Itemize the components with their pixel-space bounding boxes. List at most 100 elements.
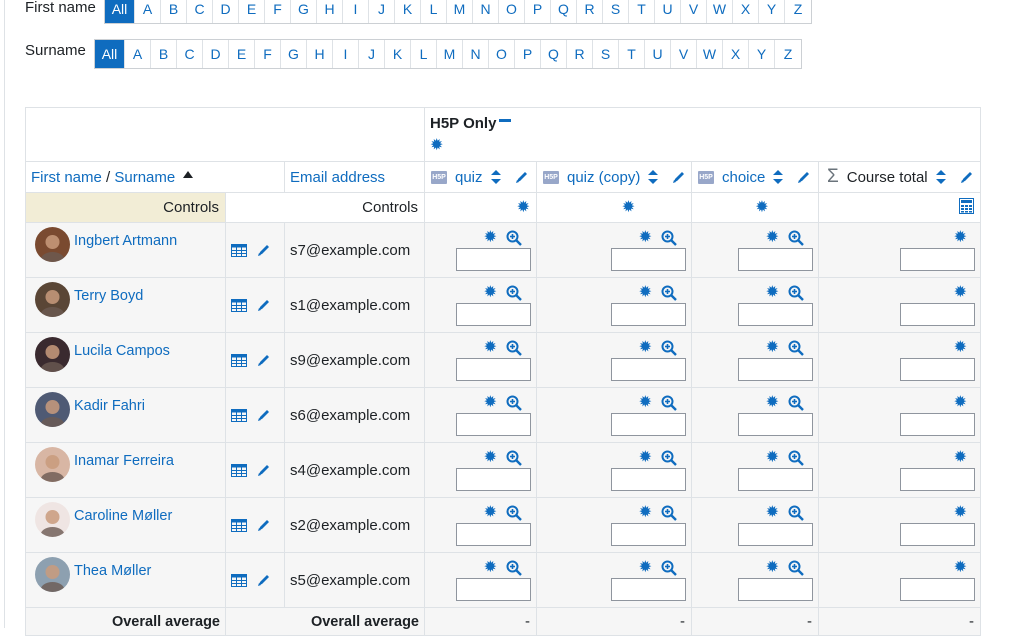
edit-pencil-icon[interactable] <box>257 463 271 477</box>
grade-settings-gear-icon[interactable]: ✹ <box>639 560 652 576</box>
grade-settings-gear-icon[interactable]: ✹ <box>639 340 652 356</box>
grade-analysis-magnifier-icon[interactable] <box>506 450 522 466</box>
grade-settings-gear-icon[interactable]: ✹ <box>954 450 967 466</box>
grade-settings-gear-icon[interactable]: ✹ <box>484 505 497 521</box>
grade-settings-gear-icon[interactable]: ✹ <box>484 395 497 411</box>
firstname-letter-o[interactable]: O <box>499 0 525 23</box>
firstname-letter-c[interactable]: C <box>187 0 213 23</box>
firstname-letter-f[interactable]: F <box>265 0 291 23</box>
grade-analysis-magnifier-icon[interactable] <box>506 285 522 301</box>
firstname-letter-g[interactable]: G <box>291 0 317 23</box>
grade-settings-gear-icon[interactable]: ✹ <box>766 450 779 466</box>
edit-pencil-icon[interactable] <box>257 573 271 587</box>
surname-letter-g[interactable]: G <box>281 40 307 68</box>
grade-input[interactable] <box>738 303 813 326</box>
collapse-icon[interactable] <box>499 119 512 122</box>
grade-input[interactable] <box>900 358 975 381</box>
surname-letter-v[interactable]: V <box>671 40 697 68</box>
grade-settings-gear-icon[interactable]: ✹ <box>639 505 652 521</box>
surname-letter-f[interactable]: F <box>255 40 281 68</box>
user-name-link[interactable]: Terry Boyd <box>74 288 143 304</box>
grade-input[interactable] <box>900 303 975 326</box>
grade-analysis-magnifier-icon[interactable] <box>506 395 522 411</box>
item-settings-gear-icon[interactable]: ✹ <box>755 200 768 216</box>
firstname-letter-a[interactable]: A <box>135 0 161 23</box>
grade-analysis-magnifier-icon[interactable] <box>788 450 804 466</box>
firstname-letter-k[interactable]: K <box>395 0 421 23</box>
grade-settings-gear-icon[interactable]: ✹ <box>484 340 497 356</box>
grade-settings-gear-icon[interactable]: ✹ <box>766 505 779 521</box>
firstname-letter-i[interactable]: I <box>343 0 369 23</box>
user-report-table-icon[interactable] <box>231 408 247 422</box>
grade-analysis-magnifier-icon[interactable] <box>506 340 522 356</box>
grade-settings-gear-icon[interactable]: ✹ <box>954 230 967 246</box>
grade-analysis-magnifier-icon[interactable] <box>788 560 804 576</box>
avatar[interactable] <box>35 282 70 317</box>
firstname-letter-l[interactable]: L <box>421 0 447 23</box>
grade-analysis-magnifier-icon[interactable] <box>506 560 522 576</box>
grade-analysis-magnifier-icon[interactable] <box>661 450 677 466</box>
surname-letter-l[interactable]: L <box>411 40 437 68</box>
surname-letter-m[interactable]: M <box>437 40 463 68</box>
firstname-letter-n[interactable]: N <box>473 0 499 23</box>
item-link-choice[interactable]: choice <box>722 169 765 186</box>
user-name-link[interactable]: Thea Møller <box>74 563 151 579</box>
grade-input[interactable] <box>900 523 975 546</box>
surname-letter-r[interactable]: R <box>567 40 593 68</box>
grade-settings-gear-icon[interactable]: ✹ <box>766 230 779 246</box>
surname-letter-e[interactable]: E <box>229 40 255 68</box>
grade-settings-gear-icon[interactable]: ✹ <box>639 230 652 246</box>
grade-input[interactable] <box>900 468 975 491</box>
user-name-link[interactable]: Lucila Campos <box>74 343 170 359</box>
surname-letter-d[interactable]: D <box>203 40 229 68</box>
sort-email-link[interactable]: Email address <box>290 169 385 186</box>
grade-analysis-magnifier-icon[interactable] <box>661 395 677 411</box>
surname-letter-o[interactable]: O <box>489 40 515 68</box>
sort-surname-link[interactable]: Surname <box>114 169 175 186</box>
edit-pencil-icon[interactable] <box>672 170 686 184</box>
grade-input[interactable] <box>456 303 531 326</box>
avatar[interactable] <box>35 557 70 592</box>
grade-input[interactable] <box>456 578 531 601</box>
grade-input[interactable] <box>611 468 686 491</box>
user-name-link[interactable]: Ingbert Artmann <box>74 233 177 249</box>
surname-letter-a[interactable]: A <box>125 40 151 68</box>
surname-letter-x[interactable]: X <box>723 40 749 68</box>
edit-pencil-icon[interactable] <box>257 518 271 532</box>
grade-settings-gear-icon[interactable]: ✹ <box>766 395 779 411</box>
user-report-table-icon[interactable] <box>231 298 247 312</box>
surname-letter-h[interactable]: H <box>307 40 333 68</box>
grade-analysis-magnifier-icon[interactable] <box>788 395 804 411</box>
firstname-letter-z[interactable]: Z <box>785 0 811 23</box>
grade-input[interactable] <box>900 248 975 271</box>
firstname-letter-all[interactable]: All <box>105 0 135 23</box>
grade-analysis-magnifier-icon[interactable] <box>788 285 804 301</box>
grade-settings-gear-icon[interactable]: ✹ <box>484 560 497 576</box>
grade-settings-gear-icon[interactable]: ✹ <box>639 450 652 466</box>
edit-pencil-icon[interactable] <box>257 408 271 422</box>
grade-input[interactable] <box>611 578 686 601</box>
edit-pencil-icon[interactable] <box>257 243 271 257</box>
user-name-link[interactable]: Kadir Fahri <box>74 398 145 414</box>
avatar[interactable] <box>35 502 70 537</box>
sort-toggle-icon[interactable] <box>773 170 784 184</box>
firstname-letter-r[interactable]: R <box>577 0 603 23</box>
sort-toggle-icon[interactable] <box>490 170 501 184</box>
grade-settings-gear-icon[interactable]: ✹ <box>639 395 652 411</box>
grade-input[interactable] <box>611 358 686 381</box>
grade-input[interactable] <box>611 303 686 326</box>
user-name-link[interactable]: Inamar Ferreira <box>74 453 174 469</box>
grade-analysis-magnifier-icon[interactable] <box>661 560 677 576</box>
surname-letter-s[interactable]: S <box>593 40 619 68</box>
edit-pencil-icon[interactable] <box>257 353 271 367</box>
surname-letter-all[interactable]: All <box>95 40 125 68</box>
grade-input[interactable] <box>738 413 813 436</box>
user-report-table-icon[interactable] <box>231 573 247 587</box>
edit-pencil-icon[interactable] <box>960 170 974 184</box>
grade-analysis-magnifier-icon[interactable] <box>661 340 677 356</box>
sort-toggle-icon[interactable] <box>935 170 946 184</box>
firstname-letter-q[interactable]: Q <box>551 0 577 23</box>
item-link-quiz[interactable]: quiz <box>455 169 483 186</box>
grade-analysis-magnifier-icon[interactable] <box>788 505 804 521</box>
grade-settings-gear-icon[interactable]: ✹ <box>766 285 779 301</box>
